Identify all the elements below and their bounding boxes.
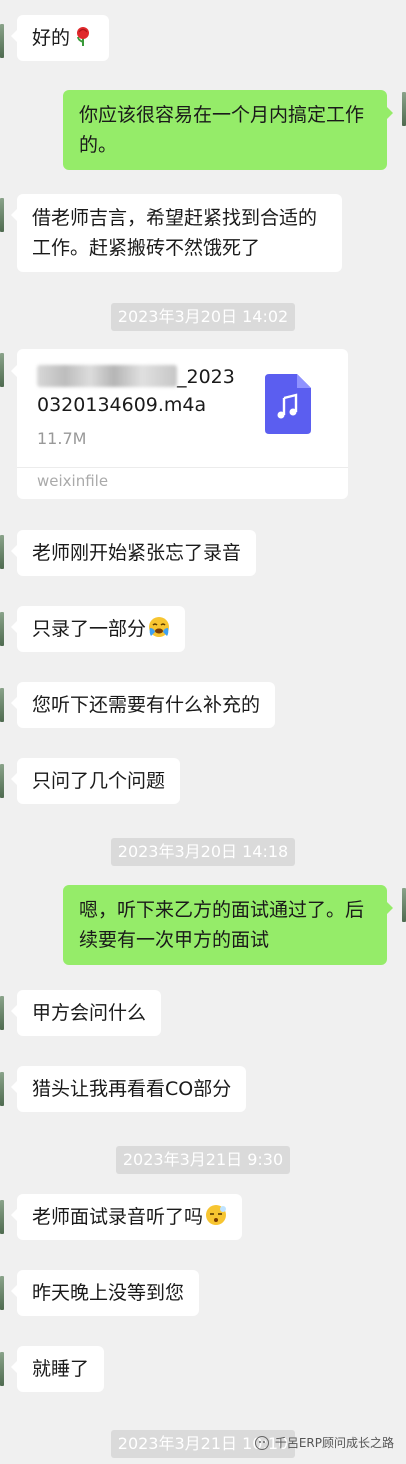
wechat-icon	[254, 1435, 269, 1450]
message-text: 老师刚开始紧张忘了录音	[32, 542, 242, 564]
message-bubble-incoming[interactable]: 猎头让我再看看CO部分	[10, 1066, 247, 1112]
contact-avatar[interactable]	[0, 688, 4, 722]
message-text: 老师面试录音听了吗	[32, 1206, 204, 1228]
contact-avatar[interactable]	[0, 996, 4, 1030]
message-text: 好的	[32, 27, 71, 49]
self-avatar[interactable]	[402, 888, 406, 922]
message-text: 只录了一部分	[32, 618, 147, 640]
watermark: 千呂ERP顾问成长之路	[254, 1434, 394, 1451]
timestamp: 2023年3月20日 14:02	[0, 303, 406, 331]
message-text: 你应该很容易在一个月内搞定工作的。	[79, 104, 365, 156]
message-bubble-incoming[interactable]: 只问了几个问题	[10, 758, 181, 804]
message-bubble-outgoing[interactable]: 嗯，听下来乙方的面试通过了。后续要有一次甲方的面试	[63, 885, 393, 965]
contact-avatar[interactable]	[0, 1200, 4, 1234]
message-text: 昨天晚上没等到您	[32, 1282, 185, 1304]
rose-icon	[77, 27, 90, 46]
message-text: 猎头让我再看看CO部分	[32, 1078, 232, 1100]
message-bubble-incoming[interactable]: 昨天晚上没等到您	[10, 1270, 200, 1316]
file-source: weixinfile	[37, 472, 109, 490]
message-bubble-incoming[interactable]: 只录了一部分	[10, 606, 186, 652]
contact-avatar[interactable]	[0, 353, 4, 387]
contact-avatar[interactable]	[0, 198, 4, 232]
message-text: 您听下还需要有什么补充的	[32, 694, 261, 716]
message-text: 嗯，听下来乙方的面试通过了。后续要有一次甲方的面试	[79, 899, 365, 951]
file-card-divider	[17, 467, 348, 468]
message-bubble-outgoing[interactable]: 你应该很容易在一个月内搞定工作的。	[63, 90, 393, 170]
timestamp: 2023年3月20日 14:18	[0, 838, 406, 866]
contact-avatar[interactable]	[0, 24, 4, 58]
contact-avatar[interactable]	[0, 612, 4, 646]
file-size: 11.7M	[37, 429, 87, 448]
file-message-card[interactable]: _2023 0320134609.m4a 11.7M weixinfile	[11, 349, 348, 499]
music-file-icon	[265, 374, 311, 434]
message-bubble-incoming[interactable]: 好的	[10, 15, 110, 61]
message-text: 只问了几个问题	[32, 770, 166, 792]
contact-avatar[interactable]	[0, 1276, 4, 1310]
blurred-filename-part	[37, 365, 177, 387]
message-bubble-incoming[interactable]: 就睡了	[10, 1346, 105, 1392]
contact-avatar[interactable]	[0, 1072, 4, 1106]
contact-avatar[interactable]	[0, 535, 4, 569]
file-name: _2023 0320134609.m4a	[37, 365, 235, 416]
message-bubble-incoming[interactable]: 您听下还需要有什么补充的	[10, 682, 276, 728]
timestamp: 2023年3月21日 9:30	[0, 1146, 406, 1174]
contact-avatar[interactable]	[0, 1352, 4, 1386]
self-avatar[interactable]	[402, 92, 406, 126]
message-text: 就睡了	[32, 1358, 90, 1380]
message-bubble-incoming[interactable]: 甲方会问什么	[10, 990, 162, 1036]
message-text: 甲方会问什么	[32, 1002, 147, 1024]
message-bubble-incoming[interactable]: 借老师吉言，希望赶紧找到合适的工作。赶紧搬砖不然饿死了	[11, 194, 342, 272]
sleepy-face-icon	[206, 1205, 227, 1225]
message-bubble-incoming[interactable]: 老师面试录音听了吗	[10, 1194, 243, 1240]
message-bubble-incoming[interactable]: 老师刚开始紧张忘了录音	[10, 530, 257, 576]
contact-avatar[interactable]	[0, 764, 4, 798]
crying-face-icon	[149, 617, 170, 637]
message-text: 借老师吉言，希望赶紧找到合适的工作。赶紧搬砖不然饿死了	[32, 207, 318, 259]
